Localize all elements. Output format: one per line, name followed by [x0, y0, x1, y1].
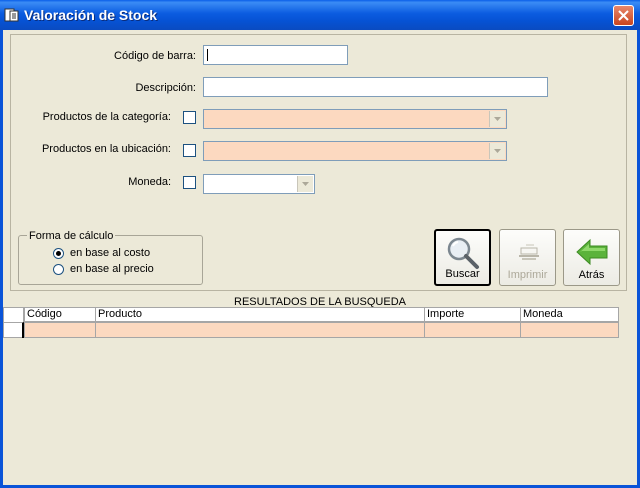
text-caret	[207, 49, 208, 61]
column-header-producto[interactable]: Producto	[95, 307, 425, 322]
window-title: Valoración de Stock	[24, 7, 158, 23]
column-header-moneda[interactable]: Moneda	[520, 307, 619, 322]
chevron-down-icon	[494, 149, 501, 153]
column-header-codigo[interactable]: Código	[24, 307, 96, 322]
results-grid: Código Producto Importe Moneda	[3, 307, 619, 338]
radio-price-label: en base al precio	[70, 263, 154, 275]
window-frame-left	[0, 30, 3, 488]
search-button[interactable]: Buscar	[434, 229, 491, 286]
table-cell[interactable]	[424, 322, 521, 338]
print-button-label: Imprimir	[507, 269, 548, 281]
category-dropdown-button[interactable]	[489, 111, 505, 127]
close-x-icon	[618, 10, 629, 21]
category-label: Productos de la categoría:	[42, 111, 171, 123]
printer-icon	[518, 244, 539, 260]
row-selector-indicator[interactable]	[3, 322, 24, 338]
location-label: Productos en la ubicación:	[41, 143, 171, 155]
currency-combo[interactable]	[203, 174, 315, 194]
title-bar: Valoración de Stock	[0, 0, 640, 30]
barcode-input[interactable]	[203, 45, 348, 65]
calculation-group-legend: Forma de cálculo	[27, 230, 116, 242]
radio-price[interactable]	[53, 264, 64, 275]
table-cell[interactable]	[520, 322, 619, 338]
radio-cost-label: en base al costo	[70, 247, 151, 259]
table-cell[interactable]	[95, 322, 425, 338]
green-left-arrow-icon	[575, 238, 607, 266]
location-combo[interactable]	[203, 141, 507, 161]
location-dropdown-button[interactable]	[489, 143, 505, 159]
print-button[interactable]: Imprimir	[499, 229, 556, 286]
search-button-label: Buscar	[445, 268, 480, 280]
currency-dropdown-button[interactable]	[297, 176, 313, 192]
currency-checkbox[interactable]	[183, 176, 196, 189]
currency-label: Moneda:	[128, 176, 171, 188]
radio-selected-dot	[56, 251, 61, 256]
back-button[interactable]: Atrás	[563, 229, 620, 286]
description-label: Descripción:	[135, 82, 196, 94]
back-button-label: Atrás	[578, 269, 605, 281]
barcode-label: Código de barra:	[114, 50, 196, 62]
column-header-importe[interactable]: Importe	[424, 307, 521, 322]
chevron-down-icon	[302, 182, 309, 186]
category-checkbox[interactable]	[183, 111, 196, 124]
table-cell[interactable]	[24, 322, 96, 338]
description-input[interactable]	[203, 77, 548, 97]
radio-cost[interactable]	[53, 248, 64, 259]
close-button[interactable]	[613, 5, 634, 26]
category-combo[interactable]	[203, 109, 507, 129]
calculation-group	[18, 235, 203, 285]
location-checkbox[interactable]	[183, 144, 196, 157]
magnifier-icon	[447, 237, 479, 269]
book-page-icon	[4, 7, 20, 23]
chevron-down-icon	[494, 117, 501, 121]
